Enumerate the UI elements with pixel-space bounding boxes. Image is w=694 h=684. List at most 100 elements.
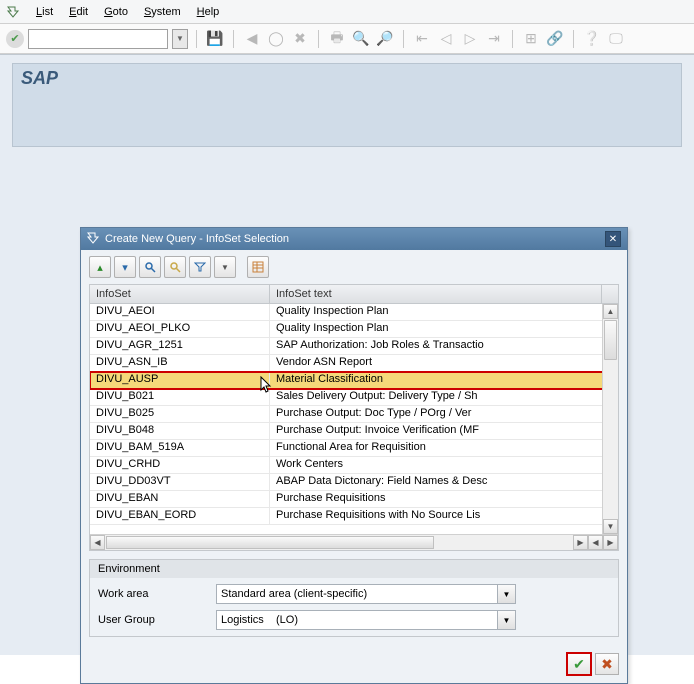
first-page-icon[interactable]: ⇤ <box>412 29 432 49</box>
save-icon[interactable]: 💾 <box>205 29 225 49</box>
print-icon[interactable]: 🖶 <box>327 29 347 49</box>
cell-infoset: DIVU_DD03VT <box>90 474 270 490</box>
layout-icon[interactable]: 🖵 <box>606 29 626 49</box>
chevron-down-icon[interactable]: ▼ <box>498 584 516 604</box>
command-field[interactable] <box>28 29 168 49</box>
menu-goto[interactable]: Goto <box>104 6 128 18</box>
cell-infoset: DIVU_BAM_519A <box>90 440 270 456</box>
cell-infoset-text: Functional Area for Requisition <box>270 440 618 456</box>
work-area-label: Work area <box>98 588 208 600</box>
table-row[interactable]: DIVU_B048Purchase Output: Invoice Verifi… <box>90 423 618 440</box>
cell-infoset-text: Vendor ASN Report <box>270 355 618 371</box>
cell-infoset: DIVU_AGR_1251 <box>90 338 270 354</box>
scroll-right2-button[interactable]: ▶ <box>603 535 618 550</box>
dialog-close-button[interactable]: ✕ <box>605 231 621 247</box>
dialog-titlebar: Create New Query - InfoSet Selection ✕ <box>81 228 627 250</box>
find-next-button[interactable] <box>164 256 186 278</box>
dialog-toolbar: ▴ ▾ ▼ <box>81 250 627 284</box>
table-row[interactable]: DIVU_DD03VTABAP Data Dictonary: Field Na… <box>90 474 618 491</box>
cell-infoset: DIVU_AEOI_PLKO <box>90 321 270 337</box>
ok-button[interactable]: ✔ <box>567 653 591 675</box>
cell-infoset: DIVU_CRHD <box>90 457 270 473</box>
user-group-combo[interactable]: ▼ <box>216 610 516 630</box>
scroll-up-button[interactable]: ▲ <box>603 304 618 319</box>
chevron-down-icon[interactable]: ▼ <box>498 610 516 630</box>
cell-infoset-text: Purchase Requisitions with No Source Lis <box>270 508 618 524</box>
back-icon[interactable]: ◀ <box>242 29 262 49</box>
find-button[interactable] <box>139 256 161 278</box>
work-area-combo[interactable]: ▼ <box>216 584 516 604</box>
table-row[interactable]: DIVU_BAM_519AFunctional Area for Requisi… <box>90 440 618 457</box>
filter-button[interactable] <box>189 256 211 278</box>
menubar: List Edit Goto System Help <box>0 0 694 24</box>
separator <box>233 30 234 48</box>
filter-dropdown[interactable]: ▼ <box>214 256 236 278</box>
cancel-button[interactable]: ✖ <box>595 653 619 675</box>
scroll-right-button[interactable]: ▶ <box>573 535 588 550</box>
enter-icon[interactable]: ✔ <box>6 30 24 48</box>
hscroll-thumb[interactable] <box>106 536 434 549</box>
user-group-input[interactable] <box>216 610 498 630</box>
table-row[interactable]: DIVU_CRHDWork Centers <box>90 457 618 474</box>
exit-icon[interactable]: ◯ <box>266 29 286 49</box>
table-row[interactable]: DIVU_AGR_1251SAP Authorization: Job Role… <box>90 338 618 355</box>
grid-body: DIVU_AEOIQuality Inspection PlanDIVU_AEO… <box>90 304 618 534</box>
cell-infoset: DIVU_EBAN_EORD <box>90 508 270 524</box>
new-session-icon[interactable]: ⊞ <box>521 29 541 49</box>
cell-infoset: DIVU_AEOI <box>90 304 270 320</box>
find-icon[interactable]: 🔍 <box>351 29 371 49</box>
menu-system[interactable]: System <box>144 6 181 18</box>
sort-asc-button[interactable]: ▴ <box>89 256 111 278</box>
column-infoset[interactable]: InfoSet <box>90 285 270 303</box>
cell-infoset-text: Material Classification <box>270 372 618 388</box>
table-row[interactable]: DIVU_AEOIQuality Inspection Plan <box>90 304 618 321</box>
find-next-icon[interactable]: 🔎 <box>375 29 395 49</box>
window-menu-icon[interactable] <box>6 5 20 19</box>
help-icon[interactable]: ❔ <box>582 29 602 49</box>
cell-infoset-text: Quality Inspection Plan <box>270 304 618 320</box>
work-area-field: Work area ▼ <box>98 584 610 604</box>
cancel-icon[interactable]: ✖ <box>290 29 310 49</box>
separator <box>196 30 197 48</box>
scroll-left2-button[interactable]: ◀ <box>588 535 603 550</box>
cell-infoset: DIVU_AUSP <box>90 372 270 388</box>
column-infoset-text[interactable]: InfoSet text <box>270 285 602 303</box>
table-row[interactable]: DIVU_B025Purchase Output: Doc Type / POr… <box>90 406 618 423</box>
next-page-icon[interactable]: ▷ <box>460 29 480 49</box>
cell-infoset-text: Purchase Requisitions <box>270 491 618 507</box>
table-row[interactable]: DIVU_EBAN_EORDPurchase Requisitions with… <box>90 508 618 525</box>
cell-infoset: DIVU_B021 <box>90 389 270 405</box>
table-row[interactable]: DIVU_AEOI_PLKOQuality Inspection Plan <box>90 321 618 338</box>
sort-desc-button[interactable]: ▾ <box>114 256 136 278</box>
table-row[interactable]: DIVU_EBANPurchase Requisitions <box>90 491 618 508</box>
scroll-down-button[interactable]: ▼ <box>603 519 618 534</box>
dialog-icon <box>87 232 99 247</box>
brand-header: SAP <box>12 63 682 147</box>
menu-list[interactable]: List <box>36 6 53 18</box>
cell-infoset-text: ABAP Data Dictonary: Field Names & Desc <box>270 474 618 490</box>
horizontal-scrollbar[interactable]: ◀ ▶ ◀ ▶ <box>90 534 618 550</box>
scroll-thumb[interactable] <box>604 320 617 360</box>
scroll-left-button[interactable]: ◀ <box>90 535 105 550</box>
prev-page-icon[interactable]: ◁ <box>436 29 456 49</box>
command-dropdown[interactable]: ▼ <box>172 29 188 49</box>
separator <box>573 30 574 48</box>
cell-infoset: DIVU_B048 <box>90 423 270 439</box>
environment-title: Environment <box>90 560 618 578</box>
separator <box>512 30 513 48</box>
table-row[interactable]: DIVU_ASN_IBVendor ASN Report <box>90 355 618 372</box>
table-row[interactable]: DIVU_B021Sales Delivery Output: Delivery… <box>90 389 618 406</box>
menu-help[interactable]: Help <box>197 6 220 18</box>
vertical-scrollbar[interactable]: ▲ ▼ <box>602 304 618 534</box>
work-area-input[interactable] <box>216 584 498 604</box>
cell-infoset-text: Work Centers <box>270 457 618 473</box>
dialog-title: Create New Query - InfoSet Selection <box>105 233 289 245</box>
layout-button[interactable] <box>247 256 269 278</box>
dialog-infoset-selection: Create New Query - InfoSet Selection ✕ ▴… <box>80 227 628 684</box>
menu-edit[interactable]: Edit <box>69 6 88 18</box>
shortcut-icon[interactable]: 🔗 <box>545 29 565 49</box>
table-row[interactable]: DIVU_AUSPMaterial Classification <box>90 372 618 389</box>
infoset-grid: InfoSet InfoSet text DIVU_AEOIQuality In… <box>89 284 619 551</box>
last-page-icon[interactable]: ⇥ <box>484 29 504 49</box>
grid-header: InfoSet InfoSet text <box>90 285 618 304</box>
